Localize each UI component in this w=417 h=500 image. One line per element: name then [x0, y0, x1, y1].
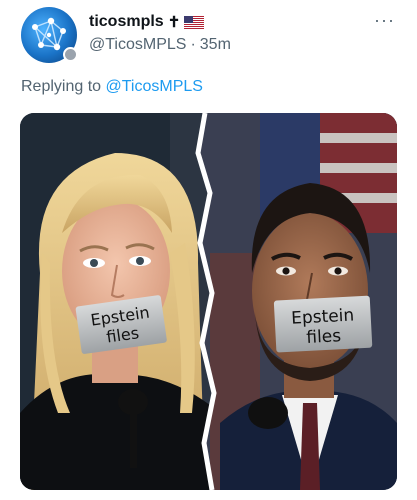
left-portrait: Epstein files — [20, 113, 214, 490]
tweet-image[interactable]: Epstein files Epstein files — [20, 113, 397, 490]
replying-to: Replying to @TicosMPLS — [21, 78, 203, 96]
cross-icon: ✝ — [167, 14, 181, 31]
avatar-badge — [63, 47, 78, 62]
right-tape-line2: files — [306, 326, 342, 348]
handle-row: @TicosMPLS · 35m — [89, 36, 231, 54]
more-options-icon[interactable]: ··· — [374, 10, 395, 31]
timestamp[interactable]: 35m — [200, 36, 231, 54]
author-name-row: ticosmpls ✝ — [89, 13, 205, 31]
right-portrait: Epstein files — [198, 113, 397, 490]
display-name[interactable]: ticosmpls — [89, 13, 164, 31]
separator-dot: · — [190, 36, 196, 53]
right-tape: Epstein files — [273, 295, 373, 353]
right-tape-line1: Epstein — [291, 305, 355, 328]
replying-to-mention[interactable]: @TicosMPLS — [106, 78, 203, 95]
replying-to-prefix: Replying to — [21, 78, 102, 95]
author-handle[interactable]: @TicosMPLS — [89, 36, 186, 54]
split-portrait-image: Epstein files Epstein files — [20, 113, 397, 490]
us-flag-icon — [184, 15, 205, 29]
